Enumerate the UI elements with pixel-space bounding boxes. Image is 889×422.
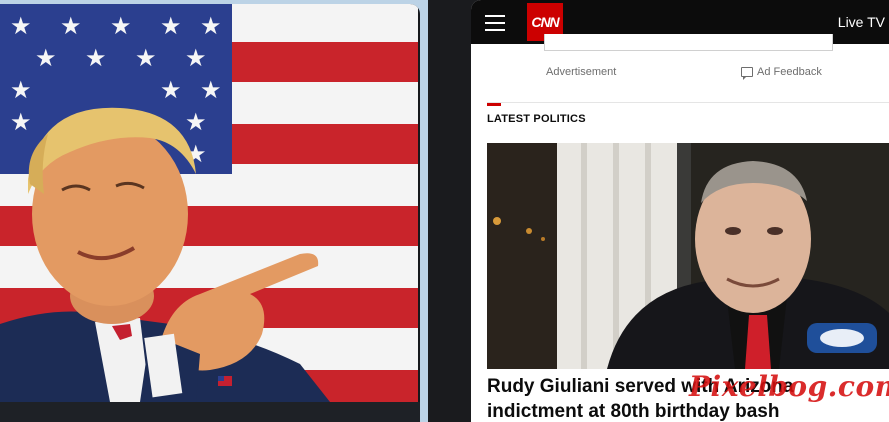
left-card-footer: [0, 402, 420, 422]
svg-text:★: ★: [10, 77, 32, 104]
cnn-mobile-page: CNN Live TV Advertisement Ad Feedback LA…: [471, 0, 889, 422]
ad-feedback-label: Ad Feedback: [757, 66, 822, 78]
svg-text:★: ★: [200, 13, 222, 40]
svg-text:★: ★: [110, 13, 132, 40]
live-tv-link[interactable]: Live TV: [838, 14, 885, 30]
svg-text:★: ★: [200, 77, 222, 104]
watermark-text: Pixelbog.com: [689, 370, 889, 403]
svg-text:★: ★: [60, 13, 82, 40]
svg-text:★: ★: [35, 45, 57, 72]
flag-portrait-photo[interactable]: ★ ★ ★ ★ ★ ★ ★ ★ ★ ★ ★ ★ ★ ★ ★: [0, 4, 418, 402]
svg-text:★: ★: [160, 77, 182, 104]
ad-slot: [544, 34, 833, 51]
hamburger-menu-icon[interactable]: [485, 12, 505, 31]
svg-text:★: ★: [85, 45, 107, 72]
svg-text:★: ★: [10, 109, 32, 136]
svg-text:★: ★: [185, 109, 207, 136]
story-photo[interactable]: [487, 143, 889, 369]
svg-text:★: ★: [185, 45, 207, 72]
section-title: LATEST POLITICS: [487, 113, 586, 125]
ad-feedback-link[interactable]: Ad Feedback: [741, 66, 822, 80]
svg-text:★: ★: [135, 45, 157, 72]
section-divider: [487, 102, 889, 103]
section-accent-bar: [487, 103, 501, 106]
ad-info-row: Advertisement Ad Feedback: [471, 62, 889, 84]
feedback-bubble-icon: [741, 67, 753, 80]
svg-text:★: ★: [160, 13, 182, 40]
svg-text:★: ★: [10, 13, 32, 40]
left-photo-card: ★ ★ ★ ★ ★ ★ ★ ★ ★ ★ ★ ★ ★ ★ ★: [0, 4, 420, 422]
advertisement-label: Advertisement: [546, 66, 617, 78]
